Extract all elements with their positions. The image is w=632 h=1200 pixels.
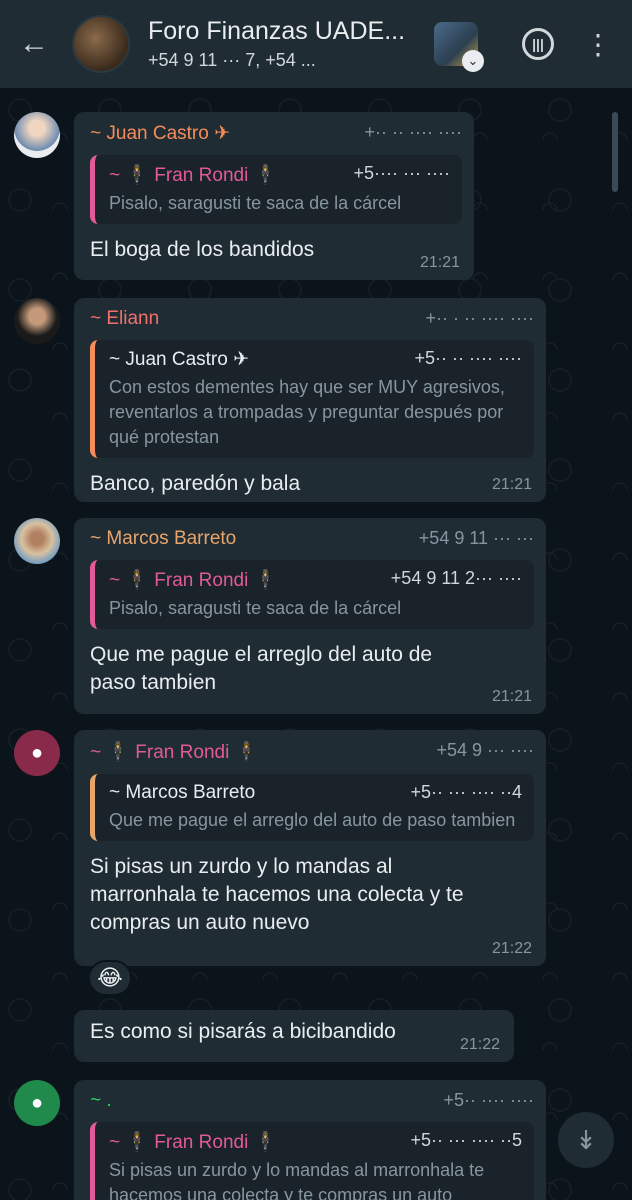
avatar[interactable] [14,518,60,564]
quoted-phone: +5·· ·· ···· ···· [414,348,522,368]
quoted-sender: ~ Juan Castro ✈ [109,349,250,370]
message-time: 21:21 [491,476,532,493]
chat-title: Foro Finanzas UADE... [148,17,406,45]
quoted-phone: +5·· ··· ···· ··4 [410,782,522,802]
quoted-header: ~ Marcos Barreto +5·· ··· ···· ··4 [109,782,522,804]
quoted-text: Pisalo, saragusti te saca de la cárcel [109,193,402,213]
quoted-message[interactable]: ~ Juan Castro ✈ +5·· ·· ···· ···· Con es… [90,340,534,458]
more-vertical-icon[interactable]: ⋮ [578,24,618,64]
group-avatar[interactable] [72,15,130,73]
member-thumbnail[interactable]: ⌄ [434,22,484,72]
quoted-header: ~ 🕴 Fran Rondi 🕴 +5·· ··· ···· ··5 [109,1130,522,1154]
chat-header: ← Foro Finanzas UADE... +54 9 11 ··· 7, … [0,0,632,88]
message-text: El boga de los bandidos [90,238,315,261]
sender-phone: +54 9 11 ··· ··· [418,528,534,548]
sender-name[interactable]: ~ Marcos Barreto [90,528,236,550]
message-time: 21:22 [459,1036,500,1053]
message-text: Es como si pisarás a bicibandido [90,1020,396,1043]
message-time: 21:21 [491,688,532,705]
message-bubble[interactable]: ~ Marcos Barreto +54 9 11 ··· ··· ~ 🕴 Fr… [74,518,546,714]
message-bubble[interactable]: ~ 🕴 Fran Rondi 🕴 +54 9 ··· ···· ~ Marcos… [74,730,546,966]
back-arrow-icon[interactable]: ← [14,24,54,64]
sender-row: ~ . +5·· ···· ···· [90,1090,534,1112]
quoted-text: Si pisas un zurdo y lo mandas al marronh… [109,1160,485,1200]
message-text: Si pisas un zurdo y lo mandas al marronh… [90,855,464,934]
sender-row: ~ Juan Castro ✈ +·· ·· ···· ···· [90,122,462,145]
sender-name[interactable]: ~ Eliann [90,308,159,330]
quoted-sender: ~ 🕴 Fran Rondi 🕴 [109,165,278,186]
quoted-text: Que me pague el arreglo del auto de paso… [109,810,516,830]
avatar[interactable]: ● [14,1080,60,1126]
sender-row: ~ Marcos Barreto +54 9 11 ··· ··· [90,528,534,550]
avatar[interactable] [14,298,60,344]
message-text: Banco, paredón y bala [90,472,301,495]
message-bubble[interactable]: ~ . +5·· ···· ···· ~ 🕴 Fran Rondi 🕴 +5··… [74,1080,546,1200]
person-icon: ● [30,741,44,764]
message-bubble[interactable]: Es como si pisarás a bicibandido 21:22 [74,1010,514,1062]
sender-phone: +·· · ·· ···· ···· [425,308,534,328]
quoted-message[interactable]: ~ Marcos Barreto +5·· ··· ···· ··4 Que m… [90,774,534,841]
sender-row: ~ Eliann +·· · ·· ···· ···· [90,308,534,330]
chevron-down-icon: ⌄ [462,50,484,72]
sender-phone: +54 9 ··· ···· [436,740,534,760]
sender-name[interactable]: ~ Juan Castro ✈ [90,122,230,145]
message-time: 21:22 [491,940,532,957]
avatar[interactable]: ● [14,730,60,776]
quoted-header: ~ 🕴 Fran Rondi 🕴 +5···· ··· ···· [109,163,450,187]
quoted-sender: ~ 🕴 Fran Rondi 🕴 [109,1132,278,1153]
quoted-sender: ~ Marcos Barreto [109,782,256,803]
sender-name[interactable]: ~ 🕴 Fran Rondi 🕴 [90,740,258,764]
quoted-message[interactable]: ~ 🕴 Fran Rondi 🕴 +5·· ··· ···· ··5 Si pi… [90,1122,534,1200]
double-chevron-down-icon[interactable]: ↡ [558,1112,614,1168]
quoted-sender: ~ 🕴 Fran Rondi 🕴 [109,570,278,591]
message-time: 21:21 [419,254,460,271]
quoted-header: ~ Juan Castro ✈ +5·· ·· ···· ···· [109,348,522,371]
sender-phone: +5·· ···· ···· [443,1090,534,1110]
sender-name[interactable]: ~ . [90,1090,112,1112]
quoted-text: Con estos dementes hay que ser MUY agres… [109,377,505,447]
chat-title-block[interactable]: Foro Finanzas UADE... +54 9 11 ··· 7, +5… [148,17,434,71]
message-bubble[interactable]: ~ Eliann +·· · ·· ···· ···· ~ Juan Castr… [74,298,546,502]
quoted-message[interactable]: ~ 🕴 Fran Rondi 🕴 +5···· ··· ···· Pisalo,… [90,155,462,224]
quoted-header: ~ 🕴 Fran Rondi 🕴 +54 9 11 2··· ···· [109,568,522,592]
quoted-phone: +5·· ··· ···· ··5 [410,1130,522,1150]
quoted-text: Pisalo, saragusti te saca de la cárcel [109,598,402,618]
quoted-phone: +54 9 11 2··· ···· [390,568,522,588]
quoted-phone: +5···· ··· ···· [353,163,450,183]
sender-phone: +·· ·· ···· ···· [364,122,462,142]
message-bubble[interactable]: ~ Juan Castro ✈ +·· ·· ···· ···· ~ 🕴 Fra… [74,112,474,280]
reaction-badge[interactable]: 😂 [88,960,132,996]
person-icon: ● [30,1091,44,1114]
quoted-message[interactable]: ~ 🕴 Fran Rondi 🕴 +54 9 11 2··· ···· Pisa… [90,560,534,629]
chat-subtitle: +54 9 11 ··· 7, +54 ... [148,50,316,70]
message-text: Que me pague el arreglo del auto de paso… [90,643,433,694]
avatar[interactable] [14,112,60,158]
voice-chat-icon[interactable]: ||| [518,24,558,64]
scrollbar[interactable] [612,112,618,192]
sender-row: ~ 🕴 Fran Rondi 🕴 +54 9 ··· ···· [90,740,534,764]
